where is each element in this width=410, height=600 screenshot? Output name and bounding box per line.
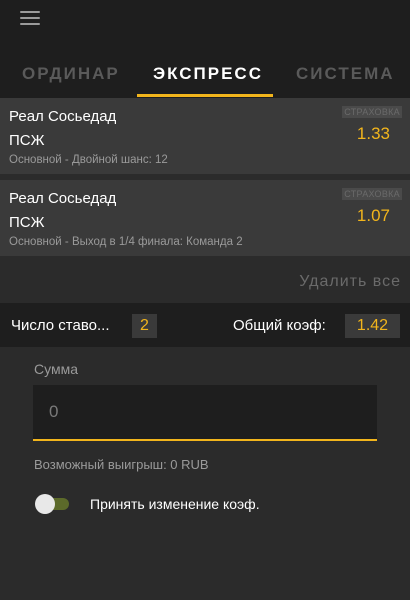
bet-team-home: Реал Сосьедад [9, 108, 117, 125]
delete-all-button[interactable]: Удалить все [299, 273, 401, 291]
toggle-knob [35, 494, 55, 514]
bet-item[interactable]: Реал Сосьедад ПСЖ Основной - Выход в 1/4… [0, 180, 410, 256]
hamburger-menu-icon[interactable] [20, 11, 40, 25]
bet-count-value: 2 [132, 314, 157, 338]
bet-count-label: Число ставо... [11, 317, 110, 334]
stake-label: Сумма [34, 361, 78, 377]
accept-changes-toggle[interactable] [35, 494, 71, 514]
express-summary: Число ставо... 2 Общий коэф: 1.42 [0, 303, 410, 347]
insurance-badge[interactable]: СТРАХОВКА [342, 106, 402, 118]
bet-coefficient: 1.07 [356, 206, 390, 225]
bet-description: Основной - Выход в 1/4 финала: Команда 2 [9, 236, 243, 248]
total-coef-label: Общий коэф: [233, 317, 326, 334]
bet-description: Основной - Двойной шанс: 12 [9, 154, 168, 166]
tab-single[interactable]: ОРДИНАР [22, 64, 120, 84]
bet-team-away: ПСЖ [9, 214, 45, 231]
bet-item[interactable]: Реал Сосьедад ПСЖ Основной - Двойной шан… [0, 98, 410, 174]
possible-win-text: Возможный выигрыш: 0 RUB [34, 457, 209, 472]
active-tab-indicator [137, 94, 273, 97]
top-bar [0, 0, 410, 50]
tab-system[interactable]: СИСТЕМА [296, 64, 395, 84]
bet-team-home: Реал Сосьедад [9, 190, 117, 207]
stake-input[interactable] [33, 385, 377, 441]
total-coef-value: 1.42 [345, 314, 400, 338]
insurance-badge[interactable]: СТРАХОВКА [342, 188, 402, 200]
bet-type-tabs: ОРДИНАР ЭКСПРЕСС СИСТЕМА [0, 50, 410, 98]
bet-team-away: ПСЖ [9, 132, 45, 149]
accept-changes-label: Принять изменение коэф. [90, 496, 260, 512]
bet-slip-screen: ОРДИНАР ЭКСПРЕСС СИСТЕМА Реал Сосьедад П… [0, 0, 410, 600]
bet-coefficient: 1.33 [356, 124, 390, 143]
tab-express[interactable]: ЭКСПРЕСС [153, 64, 263, 84]
